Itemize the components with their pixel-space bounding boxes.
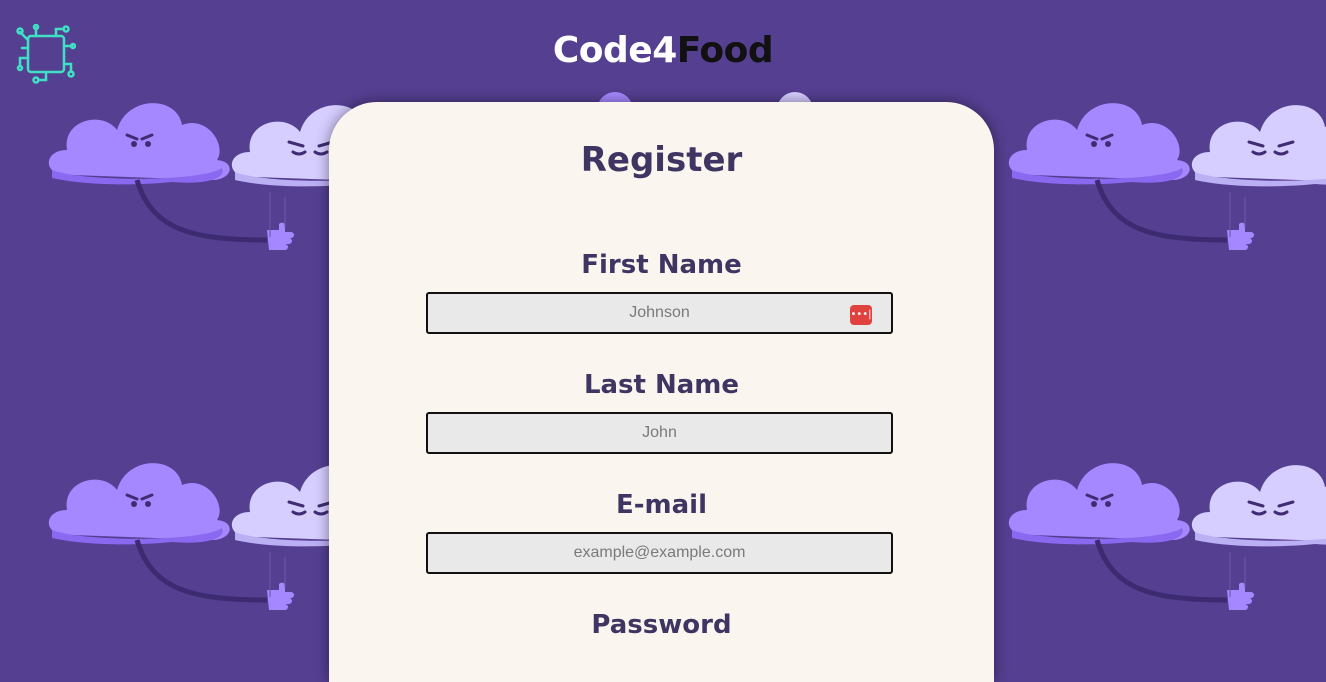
last-name-label: Last Name: [329, 370, 994, 400]
register-title: Register: [329, 140, 994, 180]
password-manager-icon[interactable]: •••|: [850, 305, 872, 325]
last-name-input[interactable]: [426, 412, 893, 454]
brand-title-part1: Code4: [553, 30, 677, 71]
password-label: Password: [329, 610, 994, 640]
brand-title: Code4Food: [0, 30, 1326, 71]
email-label: E-mail: [329, 490, 994, 520]
first-name-input[interactable]: [426, 292, 893, 334]
register-card: Register First Name •••| Last Name E-mai…: [329, 102, 994, 682]
email-input[interactable]: [426, 532, 893, 574]
brand-title-part2: Food: [677, 30, 773, 71]
first-name-label: First Name: [329, 250, 994, 280]
